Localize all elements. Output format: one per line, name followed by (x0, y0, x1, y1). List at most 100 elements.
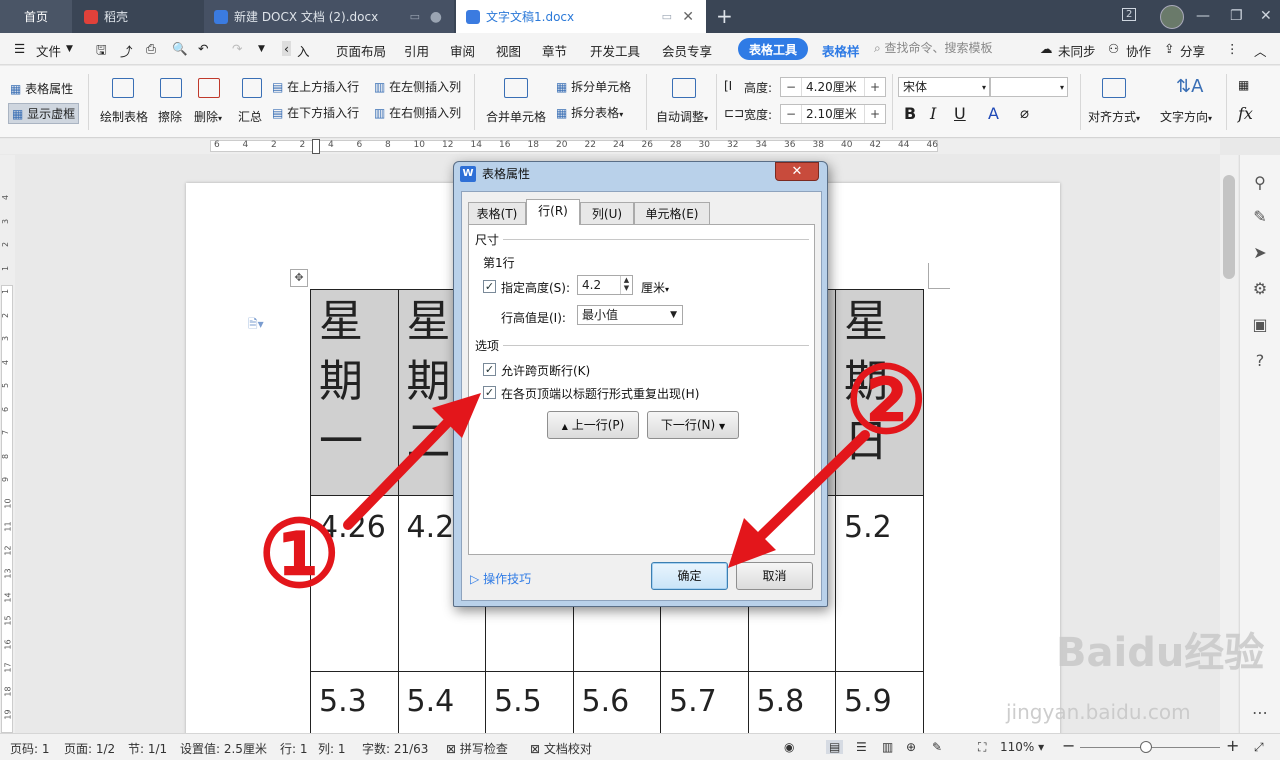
height-spin-arrows[interactable]: ▲ ▼ (620, 276, 632, 294)
allow-row-break-checkbox[interactable]: ✓ (483, 363, 496, 376)
table-move-handle[interactable]: ✥ (290, 269, 308, 287)
ok-button[interactable]: 确定 (651, 562, 728, 590)
more-icon[interactable]: ⋮ (1226, 41, 1239, 56)
search-input[interactable]: ⌕ 查找命令、搜索模板 (874, 39, 1014, 59)
menu-references[interactable]: 引用 (404, 41, 429, 60)
proofread-button[interactable]: ⊠ 文档校对 (530, 740, 592, 757)
pointer-icon[interactable]: ➤ (1250, 243, 1270, 263)
menu-insert[interactable]: 入 (297, 41, 310, 60)
delete-button[interactable]: 删除▾ (194, 108, 222, 125)
insert-row-above-button[interactable]: ▤ 在上方插入行 (272, 78, 359, 95)
font-name-select[interactable]: 宋体 ▾ (898, 77, 990, 97)
split-table-button[interactable]: ▦ 拆分表格▾ (556, 104, 623, 121)
insert-col-left-button[interactable]: ▥ 在左侧插入列 (374, 78, 461, 95)
insert-row-below-button[interactable]: ▤ 在下方插入行 (272, 104, 359, 121)
menu-file[interactable]: 文件 (36, 41, 61, 60)
tab-row[interactable]: 行(R) (526, 199, 580, 225)
previous-row-button[interactable]: ▲ 上一行(P) (547, 411, 639, 439)
new-tab-icon[interactable]: + (716, 4, 733, 28)
spellcheck-button[interactable]: ⊠ 拼写检查 (446, 740, 508, 757)
next-row-button[interactable]: 下一行(N) ▼ (647, 411, 739, 439)
pen-mode-icon[interactable]: ✎ (932, 740, 942, 754)
section-info[interactable]: 节: 1/1 (128, 740, 167, 757)
pin-icon[interactable]: ▭ (662, 10, 672, 23)
table-properties-button[interactable]: ▦ 表格属性 (10, 80, 73, 97)
word-count[interactable]: 字数: 21/63 (362, 740, 428, 757)
page-note-icon[interactable]: 🗎▾ (248, 315, 264, 336)
table-cell[interactable]: 5.2 (835, 495, 924, 672)
show-gridlines-button[interactable]: ▦ 显示虚框 (8, 103, 80, 124)
italic-icon[interactable]: I (930, 104, 936, 123)
highlight-icon[interactable]: ⌀ (1020, 104, 1029, 122)
tab-home[interactable]: 首页 (0, 0, 72, 33)
restore-icon[interactable]: ❐ (1230, 8, 1243, 24)
height-stepper[interactable]: −4.20厘米 + (780, 77, 886, 97)
zoom-in-icon[interactable]: + (1226, 736, 1239, 755)
close-icon[interactable]: ✕ (682, 9, 694, 25)
draw-table-button[interactable]: 绘制表格 (100, 108, 148, 125)
tab-table[interactable]: 表格(T) (468, 202, 526, 224)
settings-icon[interactable]: ⚙ (1250, 279, 1270, 299)
menu-section[interactable]: 章节 (542, 41, 567, 60)
table-style-tab[interactable]: 表格样 (822, 41, 860, 60)
fit-page-icon[interactable]: ⛶ (978, 740, 986, 755)
avatar[interactable] (1160, 5, 1184, 29)
tab-document-2[interactable]: 新建 DOCX 文档 (2).docx ▭ ● (204, 0, 454, 33)
preview-icon[interactable]: 🔍 (172, 41, 188, 57)
table-cell[interactable]: 星期一 (310, 289, 399, 496)
outline-view-icon[interactable]: ☰ (856, 740, 867, 754)
minus-icon[interactable]: − (781, 105, 801, 123)
unit-select[interactable]: 厘米▾ (641, 279, 669, 296)
help-icon[interactable]: ? (1250, 351, 1270, 371)
reading-view-icon[interactable]: ▥ (882, 740, 893, 754)
pin-icon[interactable]: ⚲ (1250, 173, 1270, 193)
dialog-titlebar[interactable]: W 表格属性 (460, 165, 530, 182)
minus-icon[interactable]: − (781, 78, 801, 96)
row-height-mode-select[interactable]: 最小值 ▼ (577, 305, 683, 325)
indent-marker[interactable] (312, 139, 320, 154)
menu-review[interactable]: 审阅 (450, 41, 475, 60)
auto-fit-button[interactable]: 自动调整▾ (656, 108, 708, 125)
menu-member[interactable]: 会员专享 (662, 41, 712, 60)
bag-icon[interactable]: ▣ (1250, 315, 1270, 335)
window-count-badge[interactable]: 2 (1122, 8, 1137, 21)
more-icon[interactable]: ⋯ (1250, 703, 1270, 723)
font-size-select[interactable]: ▾ (990, 77, 1068, 97)
fx-icon[interactable]: fx (1238, 104, 1253, 123)
collab-button[interactable]: 协作 (1126, 41, 1151, 60)
width-stepper[interactable]: −2.10厘米 + (780, 104, 886, 124)
dialog-close-button[interactable]: ✕ (775, 162, 819, 181)
export-icon[interactable]: ⤴ (120, 41, 133, 60)
setting-value[interactable]: 设置值: 2.5厘米 (180, 740, 267, 757)
eye-icon[interactable]: ◉ (784, 740, 794, 754)
pin-icon[interactable]: ▭ (410, 10, 420, 23)
page-view-icon[interactable]: ▤ (826, 740, 844, 754)
chevron-down-icon[interactable]: ▼ (66, 44, 73, 54)
split-cells-button[interactable]: ▦ 拆分单元格 (556, 78, 631, 95)
menu-developer[interactable]: 开发工具 (590, 41, 640, 60)
underline-icon[interactable]: U (954, 104, 966, 123)
quick-access-icon[interactable]: ▼ (258, 44, 265, 54)
minimize-icon[interactable]: — (1196, 8, 1210, 24)
tab-cell[interactable]: 单元格(E) (634, 202, 710, 224)
pen-icon[interactable]: ✎ (1250, 207, 1270, 227)
font-color-icon[interactable]: A (988, 104, 999, 123)
tab-docer[interactable]: 稻壳 (74, 0, 202, 33)
print-icon[interactable]: ⎙ (146, 41, 156, 57)
redo-icon[interactable]: ↷ (232, 41, 242, 56)
text-direction-button[interactable]: 文字方向▾ (1160, 108, 1212, 125)
plus-icon[interactable]: + (865, 105, 885, 123)
save-icon[interactable]: 🖫 (96, 41, 107, 62)
dot-icon[interactable]: ● (430, 9, 442, 25)
merge-cells-button[interactable]: 合并单元格 (486, 108, 546, 125)
fullscreen-icon[interactable]: ⤢ (1254, 740, 1264, 755)
alignment-button[interactable]: 对齐方式▾ (1088, 108, 1140, 125)
menu-view[interactable]: 视图 (496, 41, 521, 60)
plus-icon[interactable]: + (865, 78, 885, 96)
page-number[interactable]: 页码: 1 (10, 740, 50, 757)
scrollbar-thumb[interactable] (1223, 175, 1235, 279)
repeat-header-checkbox[interactable]: ✓ (483, 386, 496, 399)
bold-icon[interactable]: B (904, 104, 916, 123)
collapse-icon[interactable]: ︿ (1254, 41, 1267, 60)
zoom-out-icon[interactable]: − (1062, 736, 1075, 755)
